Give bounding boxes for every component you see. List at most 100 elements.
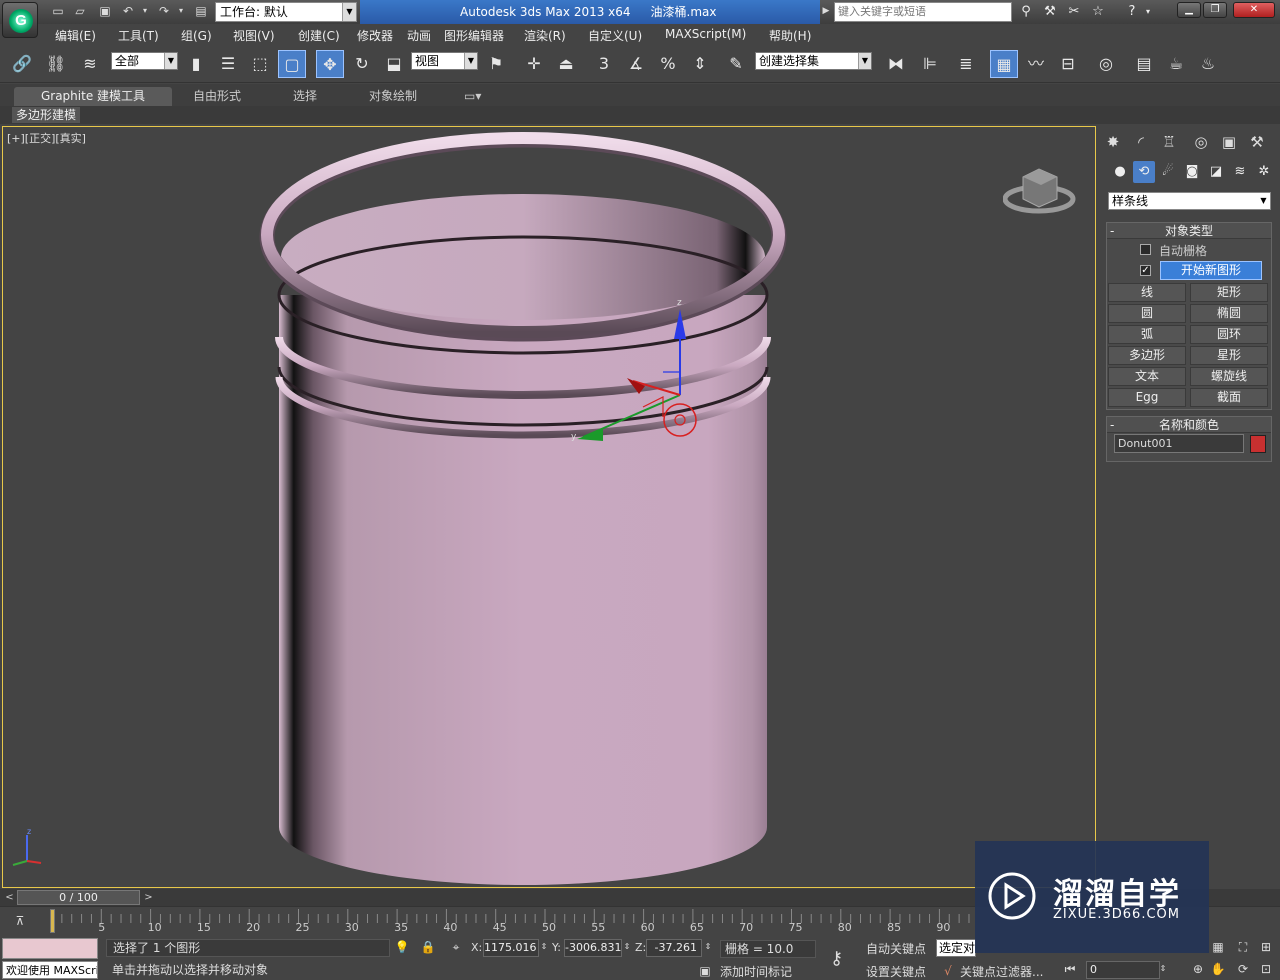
start-new-shape-checkbox[interactable]: ✓ <box>1140 265 1151 276</box>
frame-spinner-icon[interactable]: ⇕ <box>1158 961 1168 977</box>
search-input[interactable]: 键入关键字或短语 <box>834 2 1012 22</box>
maximize-viewport-icon[interactable]: ⊡ <box>1258 961 1274 977</box>
tab-selection[interactable]: 选择 <box>293 87 317 106</box>
link-icon[interactable]: 🔗 <box>8 50 36 78</box>
object-name-input[interactable]: Donut001 <box>1114 434 1244 453</box>
menu-view[interactable]: 视图(V) <box>233 27 275 44</box>
shapes-icon[interactable]: ⟲ <box>1133 161 1155 183</box>
auto-key-button[interactable]: 自动关键点 <box>866 940 926 957</box>
time-slider-thumb[interactable]: 0 / 100 <box>17 890 140 905</box>
select-object-icon[interactable]: ▮ <box>182 50 210 78</box>
undo-dropdown-icon[interactable]: ▾ <box>140 3 150 19</box>
select-and-move-icon[interactable]: ✥ <box>316 50 344 78</box>
tab-freeform[interactable]: 自由形式 <box>193 87 241 106</box>
graphite-toggle-icon[interactable]: ▦ <box>990 50 1018 78</box>
motion-tab-icon[interactable]: ◎ <box>1188 130 1214 154</box>
pan-hand-icon[interactable]: ✋ <box>1210 961 1226 977</box>
binoculars-icon[interactable]: ⚲ <box>1017 3 1035 21</box>
render-setup-icon[interactable]: ▤ <box>1130 50 1158 78</box>
y-spinner-icon[interactable]: ⇕ <box>622 939 632 955</box>
material-editor-icon[interactable]: ◎ <box>1092 50 1120 78</box>
curve-editor-icon[interactable]: 〰 <box>1022 50 1050 78</box>
spinner-snap-icon[interactable]: ⇕ <box>686 50 714 78</box>
zoom-all-icon[interactable]: ▦ <box>1210 939 1226 955</box>
edit-named-selection-icon[interactable]: ✎ <box>722 50 750 78</box>
circle-button[interactable]: 圆 <box>1108 304 1186 323</box>
menu-graph-editors[interactable]: 图形编辑器 <box>444 27 504 44</box>
utilities-tab-hammer-icon[interactable]: ⚒ <box>1244 130 1270 154</box>
create-tab-sun-icon[interactable]: ✸ <box>1100 130 1126 154</box>
menu-group[interactable]: 组(G) <box>181 27 212 44</box>
viewcube[interactable] <box>1003 157 1081 219</box>
help-dropdown-icon[interactable]: ▾ <box>1143 3 1153 21</box>
selection-lock-icon[interactable]: 🔒 <box>420 939 436 955</box>
zoom-extents-icon[interactable]: ⛶ <box>1235 939 1251 955</box>
align-icon[interactable]: ⊫ <box>916 50 944 78</box>
time-tag-icon[interactable]: ▣ <box>697 963 713 979</box>
x-coord-field[interactable]: 1175.016 <box>483 939 539 957</box>
modify-tab-icon[interactable]: ◜ <box>1128 130 1154 154</box>
key-icon[interactable]: ⚷ <box>830 948 843 969</box>
minimize-button[interactable]: ▁ <box>1177 2 1201 18</box>
expand-arrow-icon[interactable]: ▶ <box>821 3 831 19</box>
menu-help[interactable]: 帮助(H) <box>769 27 811 44</box>
select-and-scale-icon[interactable]: ⬓ <box>380 50 408 78</box>
display-tab-icon[interactable]: ▣ <box>1216 130 1242 154</box>
menu-customize[interactable]: 自定义(U) <box>588 27 642 44</box>
project-folder-icon[interactable]: ▤ <box>193 3 209 19</box>
menu-rendering[interactable]: 渲染(R) <box>524 27 566 44</box>
ngon-button[interactable]: 多边形 <box>1108 346 1186 365</box>
layer-manager-icon[interactable]: ≣ <box>952 50 980 78</box>
communication-icon[interactable]: ✂ <box>1065 3 1083 21</box>
redo-icon[interactable]: ↷ <box>156 3 172 19</box>
text-button[interactable]: 文本 <box>1108 367 1186 386</box>
add-time-tag-label[interactable]: 添加时间标记 <box>720 963 792 980</box>
undo-icon[interactable]: ↶ <box>120 3 136 19</box>
cameras-icon[interactable]: ◙ <box>1181 161 1203 183</box>
category-dropdown[interactable]: 样条线 ▼ <box>1108 192 1271 210</box>
manipulate-icon[interactable]: ✛ <box>520 50 548 78</box>
select-by-name-icon[interactable]: ☰ <box>214 50 242 78</box>
zoom-icon[interactable]: ⊕ <box>1190 961 1206 977</box>
render-teapot-icon[interactable]: ♨ <box>1194 50 1222 78</box>
workspace-dropdown[interactable]: 工作台: 默认 ▼ <box>215 2 357 22</box>
paint-bucket-model[interactable]: z y <box>3 127 1096 888</box>
save-icon[interactable]: ▣ <box>97 3 113 19</box>
star-button[interactable]: 星形 <box>1190 346 1268 365</box>
rectangular-selection-icon[interactable]: ⬚ <box>246 50 274 78</box>
menu-animation[interactable]: 动画 <box>407 27 431 44</box>
schematic-view-icon[interactable]: ⊟ <box>1054 50 1082 78</box>
line-button[interactable]: 线 <box>1108 283 1186 302</box>
slider-prev-icon[interactable]: < <box>2 890 17 905</box>
menu-maxscript[interactable]: MAXScript(M) <box>665 27 746 41</box>
menu-create[interactable]: 创建(C) <box>298 27 340 44</box>
arc-button[interactable]: 弧 <box>1108 325 1186 344</box>
subscription-icon[interactable]: ⚒ <box>1041 3 1059 21</box>
rendered-frame-icon[interactable]: ☕ <box>1162 50 1190 78</box>
z-coord-field[interactable]: -37.261 <box>646 939 702 957</box>
close-button[interactable]: ✕ <box>1233 2 1275 18</box>
new-file-icon[interactable]: ▭ <box>50 3 66 19</box>
polygon-modeling-label[interactable]: 多边形建模 <box>12 107 81 123</box>
ribbon-options-icon[interactable]: ▭▾ <box>464 87 481 106</box>
maxscript-mini-listener[interactable]: 欢迎使用 MAXScri <box>2 961 98 979</box>
menu-edit[interactable]: 编辑(E) <box>55 27 96 44</box>
selection-filter-dropdown[interactable]: 全部 ▼ <box>111 52 178 70</box>
isolate-selection-bulb-icon[interactable]: 💡 <box>394 939 410 955</box>
spacewarps-icon[interactable]: ≋ <box>1229 161 1251 183</box>
bind-space-warp-icon[interactable]: ≋ <box>76 50 104 78</box>
start-new-shape-button[interactable]: 开始新图形 <box>1160 261 1262 280</box>
key-filters-button[interactable]: 关键点过滤器... <box>960 963 1043 980</box>
donut-button[interactable]: 圆环 <box>1190 325 1268 344</box>
hierarchy-tab-icon[interactable]: ♖ <box>1156 130 1182 154</box>
object-type-header[interactable]: - 对象类型 <box>1107 223 1271 239</box>
egg-button[interactable]: Egg <box>1108 388 1186 407</box>
tab-object-paint[interactable]: 对象绘制 <box>369 87 417 106</box>
lights-icon[interactable]: ☄ <box>1157 161 1179 183</box>
perspective-viewport[interactable]: [+][正交][真实] z y z <box>2 126 1096 888</box>
tab-graphite-modeling[interactable]: Graphite 建模工具 <box>14 87 172 106</box>
go-to-start-icon[interactable]: ⏮ <box>1062 961 1078 977</box>
zoom-extents-all-icon[interactable]: ⊞ <box>1258 939 1274 955</box>
systems-icon[interactable]: ✲ <box>1253 161 1275 183</box>
mini-curve-editor-icon[interactable]: ⊼ <box>12 913 28 929</box>
